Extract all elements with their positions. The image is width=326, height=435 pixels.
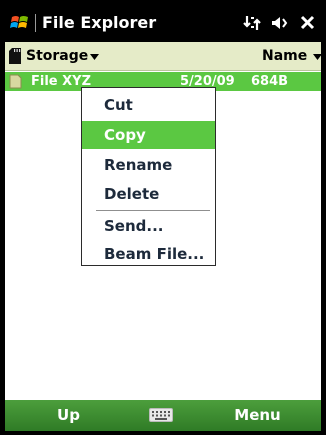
title-separator <box>35 14 36 32</box>
softkey-up[interactable]: Up <box>5 400 132 431</box>
chevron-down-icon[interactable] <box>90 54 99 60</box>
chevron-down-icon[interactable] <box>313 54 321 60</box>
menu-item-rename[interactable]: Rename <box>82 151 215 179</box>
volume-icon[interactable] <box>270 14 290 32</box>
softkey-bar: Up Menu <box>5 400 321 431</box>
menu-item-delete[interactable]: Delete <box>82 180 215 208</box>
connectivity-icon[interactable] <box>243 14 263 32</box>
menu-item-copy[interactable]: Copy <box>82 121 215 149</box>
context-menu: Cut Copy Rename Delete Send... Beam File… <box>81 87 216 266</box>
file-size: 684B <box>251 74 289 89</box>
file-icon <box>9 74 22 89</box>
list-header: Storage Name <box>5 42 321 71</box>
sort-dropdown[interactable]: Name <box>262 48 307 65</box>
storage-card-icon <box>9 48 21 64</box>
softkey-menu[interactable]: Menu <box>194 400 321 431</box>
folder-dropdown[interactable]: Storage <box>26 48 88 65</box>
app-title: File Explorer <box>42 13 157 32</box>
menu-item-send[interactable]: Send... <box>82 212 215 240</box>
close-icon[interactable] <box>298 14 318 32</box>
menu-item-cut[interactable]: Cut <box>82 91 215 119</box>
device-screen: File Explorer Storage Name File XYZ 5/20… <box>5 4 321 431</box>
menu-item-beam-file[interactable]: Beam File... <box>82 240 215 268</box>
menu-divider <box>96 210 210 211</box>
windows-start-icon[interactable] <box>10 13 30 33</box>
keyboard-icon[interactable] <box>149 408 173 422</box>
title-bar: File Explorer <box>5 4 321 42</box>
